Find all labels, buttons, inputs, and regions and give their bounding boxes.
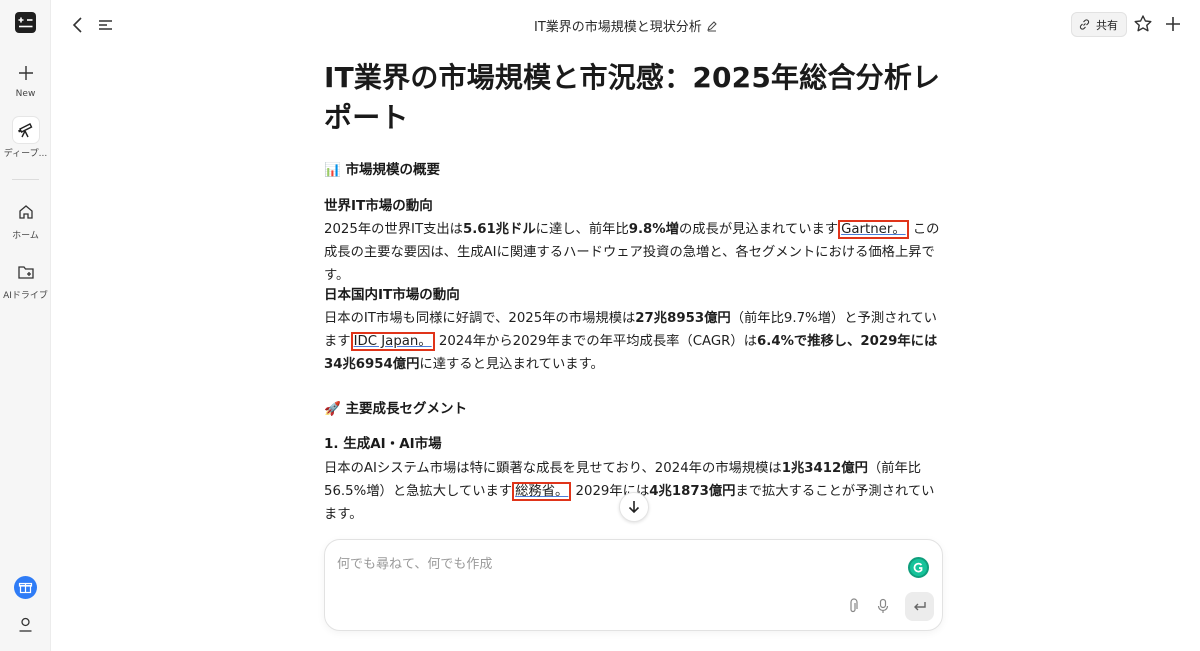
user-icon[interactable] (16, 615, 35, 634)
sidebar: New ディープ... ホーム AIドライブ (0, 0, 51, 651)
rocket-emoji-icon: 🚀 (324, 401, 341, 417)
new-chat-plus-icon[interactable] (1162, 13, 1184, 35)
gift-icon[interactable] (14, 576, 37, 599)
menu-icon[interactable] (96, 14, 116, 36)
folder-plus-icon (17, 266, 34, 279)
chart-emoji-icon: 📊 (324, 162, 341, 178)
citation-link-idc-japan[interactable]: IDC Japan。 (350, 332, 435, 351)
enter-arrow-icon (913, 601, 926, 610)
home-icon (18, 205, 33, 219)
citation-link-soumusho[interactable]: 総務省。 (512, 482, 572, 501)
conversation-title-text: IT業界の市場規模と現状分析 (534, 20, 702, 35)
sidebar-divider (12, 179, 39, 180)
sidebar-item-label: ディープ... (3, 149, 48, 159)
share-label: 共有 (1096, 18, 1118, 32)
conversation-title[interactable]: IT業界の市場規模と現状分析 (534, 16, 718, 36)
sidebar-item-label: ホーム (12, 231, 39, 241)
star-icon[interactable] (1132, 13, 1154, 35)
arrow-down-icon (628, 501, 640, 514)
scroll-to-bottom-button[interactable] (619, 492, 649, 522)
share-button[interactable]: 共有 (1071, 12, 1127, 37)
sidebar-item-deep-research[interactable]: ディープ... (0, 117, 51, 159)
microphone-icon[interactable] (876, 598, 890, 614)
header: IT業界の市場規模と現状分析 共有 (51, 0, 1200, 50)
report-article: IT業界の市場規模と市況感：2025年総合分析レポート 📊 市場規模の概要 世界… (324, 58, 946, 522)
sidebar-item-home[interactable]: ホーム (0, 199, 51, 241)
sidebar-item-label: New (15, 89, 36, 99)
back-arrow-icon[interactable] (68, 14, 88, 36)
paragraph-global: 2025年の世界IT支出は5.61兆ドルに達し、前年比9.8%増の成長が見込まれ… (324, 220, 940, 283)
paragraph-japan: 日本のIT市場も同様に好調で、2025年の市場規模は27兆8953億円（前年比9… (324, 311, 938, 372)
grammarly-icon[interactable] (908, 557, 929, 578)
message-composer[interactable]: 何でも尋ねて、何でも作成 (324, 539, 943, 631)
subsection-heading-global: 世界IT市場の動向 (324, 198, 433, 214)
plus-icon (18, 66, 33, 80)
link-icon (1079, 19, 1090, 30)
sidebar-item-label: AIドライブ (3, 291, 48, 301)
subsection-heading-japan: 日本国内IT市場の動向 (324, 287, 460, 303)
send-button[interactable] (905, 592, 934, 621)
subsection-heading-ai: 1. 生成AI・AI市場 (324, 436, 442, 452)
sidebar-item-ai-drive[interactable]: AIドライブ (0, 259, 51, 301)
edit-pencil-icon[interactable] (706, 20, 718, 36)
report-title: IT業界の市場規模と市況感：2025年総合分析レポート (324, 61, 941, 134)
citation-link-gartner[interactable]: Gartner。 (838, 220, 909, 239)
telescope-icon (17, 123, 32, 138)
app-root: New ディープ... ホーム AIドライブ IT業界の市場規模と現状分析 共有… (0, 0, 1200, 651)
sidebar-item-new[interactable]: New (0, 60, 51, 99)
section-heading-market-size: 📊 市場規模の概要 (324, 162, 441, 178)
composer-input[interactable]: 何でも尋ねて、何でも作成 (337, 553, 492, 572)
paperclip-icon[interactable] (846, 598, 860, 614)
app-logo-icon[interactable] (15, 12, 36, 33)
section-heading-growth: 🚀 主要成長セグメント (324, 401, 468, 417)
